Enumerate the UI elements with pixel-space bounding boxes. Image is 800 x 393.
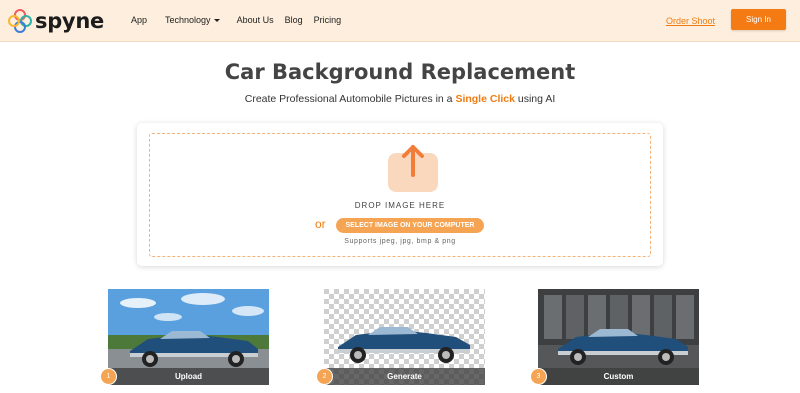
nav-link-technology-label: Technology <box>165 15 211 25</box>
upload-icon-box[interactable] <box>388 145 438 192</box>
upload-card: DROP IMAGE HERE or SELECT IMAGE ON YOUR … <box>137 123 663 266</box>
step-label-custom: Custom <box>538 368 699 385</box>
nav-link-blog[interactable]: Blog <box>285 15 303 25</box>
nav-link-app[interactable]: App <box>131 15 147 25</box>
step-number-1: 1 <box>100 368 117 385</box>
subtitle-highlight: Single Click <box>455 93 515 105</box>
step-number-2: 2 <box>316 368 333 385</box>
step-card-custom: Custom <box>538 289 699 385</box>
chevron-down-icon <box>213 18 220 22</box>
sign-in-button[interactable]: Sign In <box>731 9 786 30</box>
subtitle-text-end: using AI <box>514 93 556 105</box>
nav-link-technology[interactable]: Technology <box>165 15 220 25</box>
top-navbar: spyne App Technology About Us Blog Prici… <box>0 0 800 42</box>
step-label-upload: Upload <box>108 368 269 385</box>
nav-link-pricing[interactable]: Pricing <box>314 15 342 25</box>
brand-logo[interactable]: spyne <box>7 8 104 34</box>
order-shoot-link[interactable]: Order Shoot <box>666 16 715 26</box>
subtitle-text-start: Create Professional Automobile Pictures … <box>244 93 456 105</box>
page-title: Car Background Replacement <box>224 60 576 84</box>
step-card-generate: Generate <box>324 289 485 385</box>
select-image-button[interactable]: SELECT IMAGE ON YOUR COMPUTER <box>336 218 484 233</box>
drop-zone[interactable]: DROP IMAGE HERE or SELECT IMAGE ON YOUR … <box>149 133 651 257</box>
step-number-3: 3 <box>530 368 547 385</box>
nav-link-about-us[interactable]: About Us <box>237 15 274 25</box>
brand-name: spyne <box>35 9 104 33</box>
step-label-generate: Generate <box>324 368 485 385</box>
or-text: or <box>315 217 326 231</box>
flower-logo-icon <box>8 9 32 33</box>
drop-image-text: DROP IMAGE HERE <box>354 201 446 210</box>
supported-formats-text: Supports jpeg, jpg, bmp & png <box>344 238 456 245</box>
page-subtitle: Create Professional Automobile Pictures … <box>0 93 800 105</box>
step-card-upload: Upload <box>108 289 269 385</box>
upload-arrow-icon <box>402 145 424 177</box>
